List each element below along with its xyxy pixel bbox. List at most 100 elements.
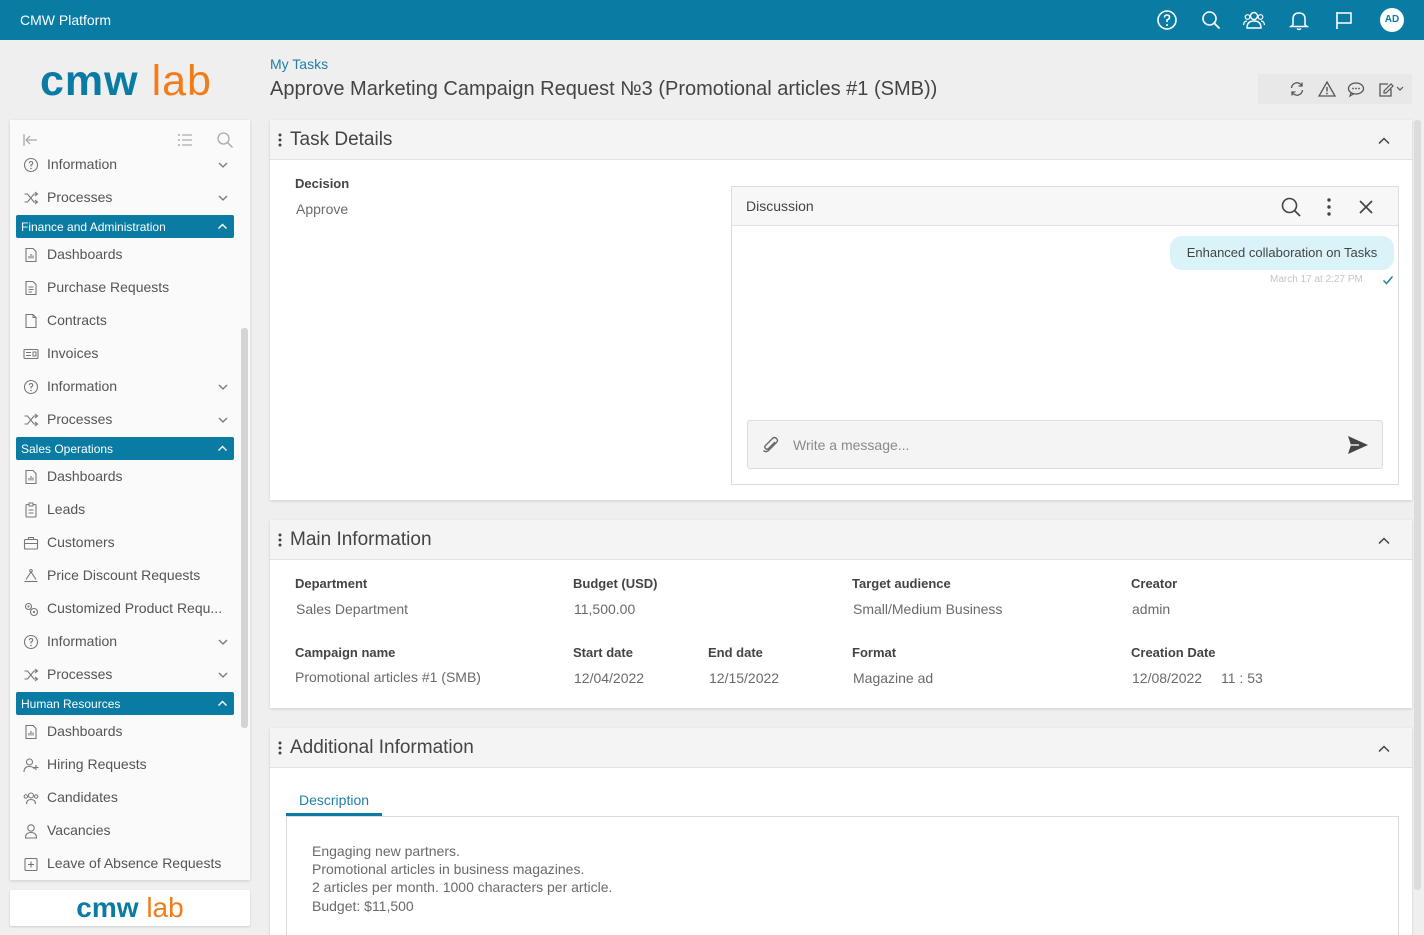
target-audience-label: Target audience	[852, 576, 951, 591]
sidebar-item-price-discount-requests[interactable]: Price Discount Requests	[10, 559, 240, 592]
chat-message[interactable]: Enhanced collaboration on Tasks	[1170, 236, 1394, 270]
main-scrollbar[interactable]	[1414, 120, 1421, 890]
sidebar-item-information[interactable]: Information	[10, 370, 240, 403]
collapse-sidebar-icon[interactable]	[21, 131, 39, 149]
send-icon[interactable]	[1346, 434, 1370, 456]
drag-handle-icon[interactable]	[278, 532, 282, 548]
document-icon	[23, 280, 39, 296]
chevron-up-icon[interactable]	[216, 220, 229, 233]
description-line: 2 articles per month. 1000 characters pe…	[312, 879, 613, 895]
description-line: Promotional articles in business magazin…	[312, 861, 585, 877]
chevron-down-icon[interactable]	[216, 380, 230, 394]
drag-handle-icon[interactable]	[278, 132, 282, 148]
flag-icon[interactable]	[1333, 9, 1355, 31]
sidebar-item-hiring-requests[interactable]: Hiring Requests	[10, 748, 240, 781]
sidebar-item-label: Vacancies	[47, 822, 111, 838]
chevron-up-icon[interactable]	[1376, 533, 1392, 549]
sidebar-item-vacancies[interactable]: Vacancies	[10, 814, 240, 847]
sidebar-item-processes[interactable]: Processes	[10, 658, 240, 691]
dashboard-icon	[23, 469, 39, 485]
chevron-up-icon[interactable]	[216, 442, 229, 455]
task-toolbar	[1258, 74, 1412, 104]
app-title[interactable]: CMW Platform	[20, 12, 111, 28]
sidebar-item-leave-of-absence-requests[interactable]: Leave of Absence Requests	[10, 847, 240, 880]
list-view-icon[interactable]	[176, 131, 194, 149]
sidebar-item-dashboards[interactable]: Dashboards	[10, 238, 240, 271]
message-input[interactable]: Write a message...	[747, 420, 1383, 469]
main-information-header[interactable]: Main Information	[270, 520, 1412, 560]
user-avatar[interactable]: AD	[1380, 8, 1404, 32]
users-icon[interactable]	[1243, 9, 1265, 31]
creation-date-value: 12/08/2022	[1132, 670, 1203, 686]
sidebar-item-leads[interactable]: Leads	[10, 493, 240, 526]
sidebar-item-customers[interactable]: Customers	[10, 526, 240, 559]
refresh-icon[interactable]	[1288, 80, 1306, 98]
sidebar-item-information[interactable]: Information	[10, 148, 240, 181]
sidebar-item-candidates[interactable]: Candidates	[10, 781, 240, 814]
sidebar-item-label: Information	[47, 633, 118, 649]
chevron-down-icon[interactable]	[216, 635, 230, 649]
more-options-icon[interactable]	[1318, 196, 1340, 218]
task-details-title: Task Details	[290, 129, 393, 150]
sidebar-item-dashboards[interactable]: Dashboards	[10, 460, 240, 493]
drag-handle-icon[interactable]	[278, 740, 282, 756]
creator-value: admin	[1132, 601, 1171, 617]
chevron-up-icon[interactable]	[1376, 133, 1392, 149]
campaign-name-value: Promotional articles #1 (SMB)	[295, 669, 481, 685]
help-icon[interactable]	[1156, 9, 1178, 31]
sidebar-item-customized-product-requ[interactable]: Customized Product Requ...	[10, 592, 240, 625]
sidebar-item-purchase-requests[interactable]: Purchase Requests	[10, 271, 240, 304]
decision-value: Approve	[296, 201, 349, 217]
sidebar-item-dashboards[interactable]: Dashboards	[10, 715, 240, 748]
tab-description[interactable]: Description	[286, 788, 382, 816]
attach-icon[interactable]	[761, 435, 781, 455]
task-details-header[interactable]: Task Details	[270, 120, 1412, 160]
sidebar-item-label: Hiring Requests	[47, 756, 147, 772]
sidebar-item-label: Leave of Absence Requests	[47, 855, 222, 871]
edit-icon[interactable]	[1377, 80, 1405, 98]
chevron-up-icon[interactable]	[1376, 741, 1392, 757]
sidebar: Information Processes Finance and Administ…	[10, 120, 250, 880]
sidebar-scrollbar[interactable]	[241, 328, 248, 728]
nav-group-finance-and-administration[interactable]: Finance and Administration	[16, 215, 234, 238]
search-icon[interactable]	[1200, 9, 1222, 31]
chat-icon[interactable]	[1347, 80, 1365, 98]
warning-icon[interactable]	[1318, 80, 1336, 98]
user-icon	[23, 823, 39, 839]
creator-label: Creator	[1131, 576, 1178, 591]
info-icon	[23, 157, 39, 173]
discussion-search-icon[interactable]	[1280, 196, 1302, 218]
bottom-logo: cmw lab	[10, 890, 250, 926]
sidebar-item-label: Candidates	[47, 789, 118, 805]
sidebar-item-label: Processes	[47, 666, 113, 682]
sidebar-item-contracts[interactable]: Contracts	[10, 304, 240, 337]
sidebar-item-label: Price Discount Requests	[47, 567, 201, 583]
sidebar-item-processes[interactable]: Processes	[10, 181, 240, 214]
chevron-up-icon[interactable]	[216, 697, 229, 710]
nav-group-label: Finance and Administration	[21, 220, 166, 234]
sidebar-item-information[interactable]: Information	[10, 625, 240, 658]
discussion-title: Discussion	[746, 198, 814, 214]
sidebar-item-label: Information	[47, 378, 118, 394]
chevron-down-icon[interactable]	[216, 668, 230, 682]
top-bar: CMW Platform AD	[0, 0, 1424, 40]
additional-information-title: Additional Information	[290, 737, 474, 758]
sidebar-item-invoices[interactable]: Invoices	[10, 337, 240, 370]
sidebar-search-icon[interactable]	[216, 131, 234, 149]
close-icon[interactable]	[1355, 196, 1377, 218]
nav-group-human-resources[interactable]: Human Resources	[16, 692, 234, 715]
chevron-down-icon[interactable]	[216, 191, 230, 205]
breadcrumb-my-tasks[interactable]: My Tasks	[270, 56, 328, 72]
chevron-down-icon[interactable]	[216, 158, 230, 172]
description-line: Budget: $11,500	[312, 898, 414, 914]
task-details-panel: Task Details Decision Approve Discussion…	[270, 120, 1412, 500]
nav-group-sales-operations[interactable]: Sales Operations	[16, 437, 234, 460]
target-audience-value: Small/Medium Business	[853, 601, 1003, 617]
nav-group-label: Human Resources	[21, 697, 121, 711]
discussion-panel: Discussion Enhanced collaboration on Tas…	[731, 186, 1399, 485]
user-plus-icon	[23, 757, 39, 773]
sidebar-item-processes[interactable]: Processes	[10, 403, 240, 436]
bell-icon[interactable]	[1288, 9, 1310, 31]
chevron-down-icon[interactable]	[216, 413, 230, 427]
additional-information-header[interactable]: Additional Information	[270, 728, 1412, 768]
